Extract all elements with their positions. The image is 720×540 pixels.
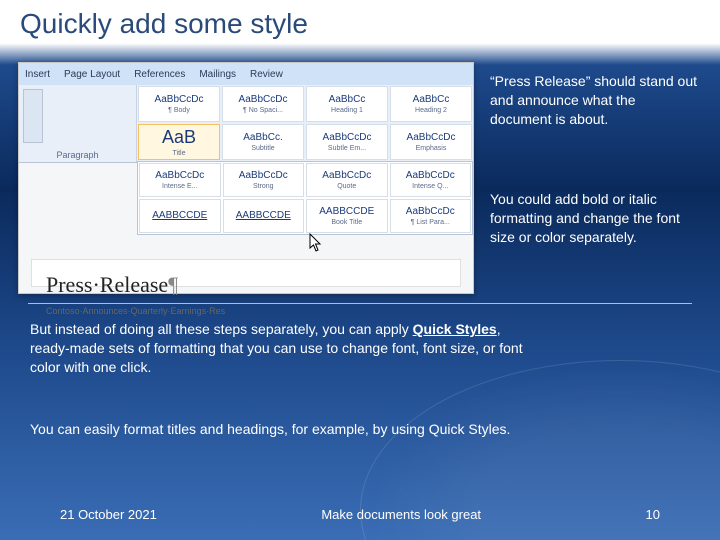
tab-insert[interactable]: Insert [25,69,50,80]
doc-title-line: Press·Release¶ [46,272,446,298]
styles-overflow: AaBbCcDcIntense E... AaBbCcDcStrong AaBb… [137,161,473,235]
style-subtitle[interactable]: AaBbCc.Subtitle [222,124,304,160]
lower-paragraph-1: But instead of doing all these steps sep… [30,320,540,377]
paragraph-controls[interactable] [23,89,43,143]
style-ref-2[interactable]: AABBCCDE [223,199,305,233]
style-title[interactable]: AaBTitle [138,124,220,160]
style-quote[interactable]: AaBbCcDcQuote [306,163,388,197]
footer-center: Make documents look great [321,507,481,522]
tab-mailings[interactable]: Mailings [199,69,236,80]
tab-page-layout[interactable]: Page Layout [64,69,120,80]
group-label-paragraph: Paragraph [19,150,136,160]
style-list-paragraph[interactable]: AaBbCcDc¶ List Para... [390,199,472,233]
style-book-title[interactable]: AABBCCDEBook Title [306,199,388,233]
style-intense-quote[interactable]: AaBbCcDcIntense Q... [390,163,472,197]
right-paragraph-1: “Press Release” should stand out and ann… [490,72,700,129]
style-body[interactable]: AaBbCcDc¶ Body [138,86,220,122]
footer: 21 October 2021 Make documents look grea… [0,507,720,522]
cursor-icon [309,233,325,253]
slide-title: Quickly add some style [20,8,308,40]
style-ref-1[interactable]: AABBCCDE [139,199,221,233]
footer-date: 21 October 2021 [60,507,157,522]
lower-paragraph-2: You can easily format titles and heading… [30,420,540,439]
ribbon-group-paragraph: Paragraph [19,85,137,162]
styles-gallery: AaBbCcDc¶ Body AaBbCcDc¶ No Spaci... AaB… [137,85,473,162]
tab-review[interactable]: Review [250,69,283,80]
style-heading-2[interactable]: AaBbCcHeading 2 [390,86,472,122]
footer-page: 10 [646,507,660,522]
slide: Quickly add some style Insert Page Layou… [0,0,720,540]
ribbon-body: Paragraph AaBbCcDc¶ Body AaBbCcDc¶ No Sp… [19,85,473,163]
ribbon-tabs: Insert Page Layout References Mailings R… [19,63,473,85]
divider-line [28,303,692,304]
style-emphasis[interactable]: AaBbCcDcEmphasis [390,124,472,160]
style-intense-emphasis[interactable]: AaBbCcDcIntense E... [139,163,221,197]
style-strong[interactable]: AaBbCcDcStrong [223,163,305,197]
style-subtle-emphasis[interactable]: AaBbCcDcSubtle Em... [306,124,388,160]
document-area[interactable]: Press·Release¶ Contoso·Announces·Quarter… [31,259,461,287]
right-paragraph-2: You could add bold or italic formatting … [490,190,700,247]
word-screenshot: Insert Page Layout References Mailings R… [18,62,474,294]
pilcrow-icon: ¶ [168,272,178,297]
doc-subtitle-line: Contoso·Announces·Quarterly·Earnings·Res [46,306,446,316]
style-heading-1[interactable]: AaBbCcHeading 1 [306,86,388,122]
style-no-spacing[interactable]: AaBbCcDc¶ No Spaci... [222,86,304,122]
tab-references[interactable]: References [134,69,185,80]
